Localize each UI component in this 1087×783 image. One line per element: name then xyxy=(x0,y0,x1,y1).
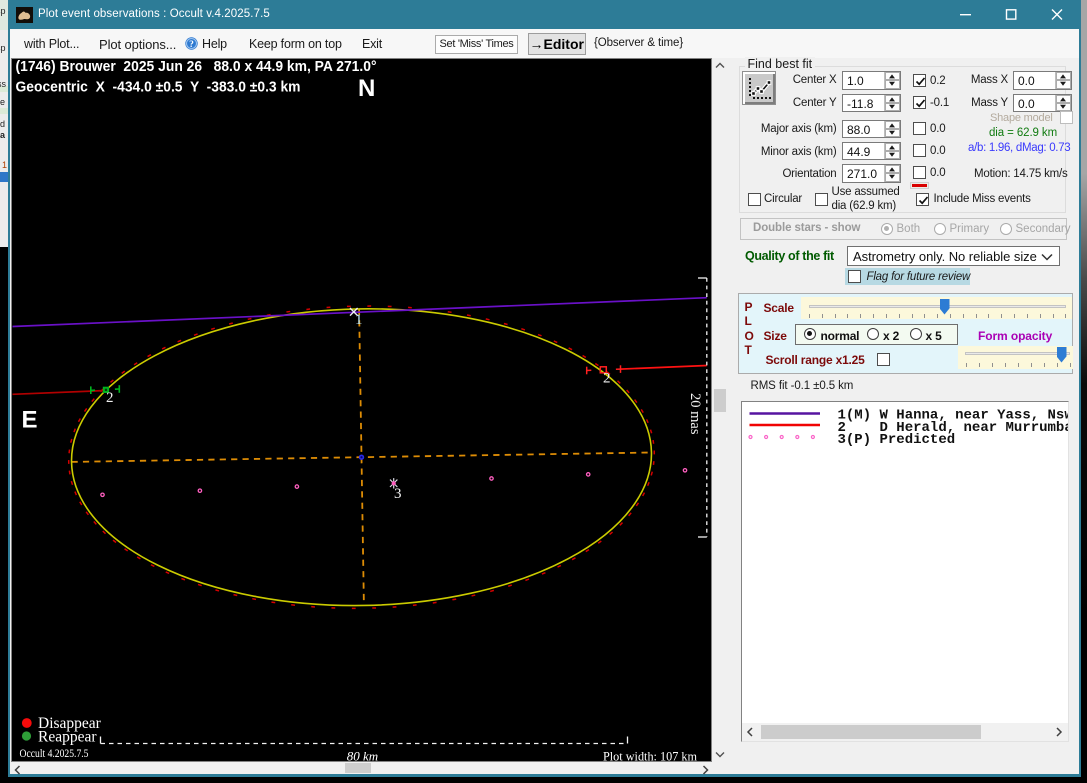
svg-text:2: 2 xyxy=(603,370,611,386)
svg-text:Reappear: Reappear xyxy=(38,728,97,745)
svg-text:1: 1 xyxy=(355,312,363,328)
svg-text:2: 2 xyxy=(106,390,114,406)
svg-text:(1746) Brouwer 2025 Jun 26: (1746) Brouwer 2025 Jun 26 88.0 x 44.9 k… xyxy=(15,59,376,75)
svg-text:Occult 4.2025.7.5: Occult 4.2025.7.5 xyxy=(19,748,88,760)
svg-text:20 mas: 20 mas xyxy=(687,393,703,435)
svg-text:Plot width: 107 km: Plot width: 107 km xyxy=(603,749,697,761)
svg-text:N: N xyxy=(358,75,375,102)
svg-text:?: ? xyxy=(189,40,194,50)
svg-text:3(P) Predicted: 3(P) Predicted xyxy=(838,432,956,447)
svg-text:3: 3 xyxy=(394,486,402,502)
svg-text:80 km: 80 km xyxy=(346,748,377,761)
svg-text:Geocentric X -434.0 ±0.5 Y: Geocentric X -434.0 ±0.5 Y -383.0 ±0.3 k… xyxy=(15,78,300,95)
svg-text:E: E xyxy=(21,406,37,433)
